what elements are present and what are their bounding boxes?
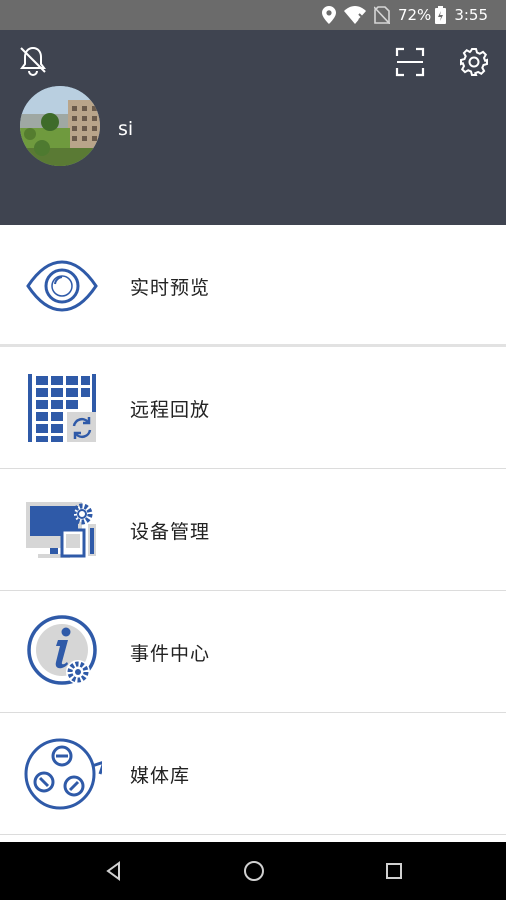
battery-percent: 72%: [397, 6, 432, 24]
location-icon: [321, 6, 336, 24]
avatar[interactable]: [20, 86, 100, 166]
menu-item-label: 实时预览: [130, 276, 211, 299]
clock-time: 3:55: [454, 6, 488, 24]
menu-item-label: 设备管理: [130, 520, 211, 543]
menu-item-remote-playback[interactable]: 远程回放: [0, 347, 506, 469]
home-icon[interactable]: [224, 842, 284, 900]
menu-item-event-center[interactable]: 事件中心: [0, 591, 506, 713]
info-gear-icon: [22, 612, 102, 692]
bell-off-icon[interactable]: [16, 44, 50, 78]
back-icon[interactable]: [84, 842, 144, 900]
film-reel-icon: [22, 734, 107, 814]
recents-icon[interactable]: [364, 842, 424, 900]
menu-item-live-preview[interactable]: 实时预览: [0, 225, 506, 347]
battery-icon: [435, 6, 447, 24]
profile-header: si: [0, 30, 506, 225]
system-nav-bar: [0, 842, 506, 900]
status-bar: 72% 3:55: [0, 0, 506, 30]
username: si: [118, 118, 134, 140]
main-menu: 实时预览 远程回放 设备管理 事件中心 媒体库: [0, 225, 506, 835]
menu-item-device-management[interactable]: 设备管理: [0, 469, 506, 591]
menu-item-label: 远程回放: [130, 398, 211, 421]
scan-icon[interactable]: [392, 44, 428, 80]
menu-item-media-library[interactable]: 媒体库: [0, 713, 506, 835]
device-monitor-icon: [22, 490, 102, 570]
no-sim-icon: [373, 6, 390, 24]
playback-grid-icon: [22, 368, 102, 448]
wifi-icon: [343, 6, 366, 24]
menu-item-label: 媒体库: [130, 764, 191, 787]
menu-item-label: 事件中心: [130, 642, 211, 665]
eye-icon: [22, 246, 102, 326]
gear-icon[interactable]: [456, 44, 492, 80]
